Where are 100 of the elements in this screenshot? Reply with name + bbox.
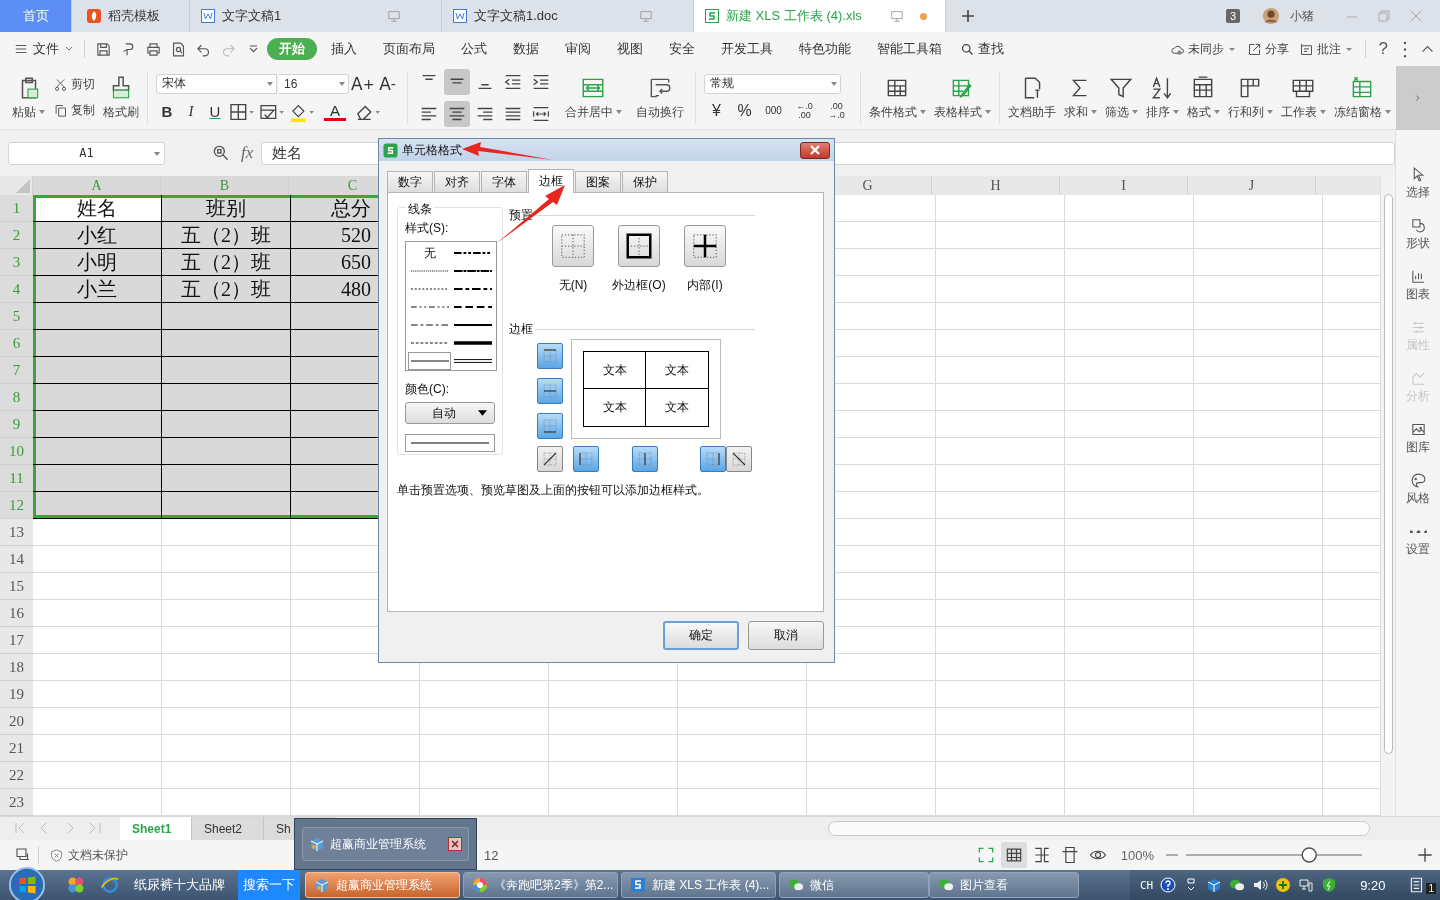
underline-button[interactable]: U bbox=[204, 100, 226, 123]
row-header[interactable]: 17 bbox=[0, 627, 33, 654]
wrap-text-button[interactable]: 自动换行 bbox=[628, 74, 691, 121]
dialog-tab[interactable]: 边框 bbox=[528, 169, 574, 193]
app-icon[interactable] bbox=[66, 875, 86, 895]
preset-none-button[interactable] bbox=[552, 225, 594, 267]
increase-decimal-button[interactable]: ←.0 .00 bbox=[789, 99, 820, 122]
ribbon-tab[interactable]: 智能工具箱 bbox=[865, 38, 954, 60]
sidebar-item[interactable]: 风格 bbox=[1406, 472, 1430, 507]
sidebar-item[interactable]: 形状 bbox=[1406, 217, 1430, 252]
shield-icon[interactable] bbox=[1321, 877, 1338, 893]
row-header[interactable]: 18 bbox=[0, 654, 33, 681]
italic-button[interactable]: I bbox=[180, 100, 202, 123]
dialog-tab[interactable]: 对齐 bbox=[434, 171, 480, 192]
row-header[interactable]: 23 bbox=[0, 789, 33, 816]
preset-outline-button[interactable] bbox=[618, 225, 660, 267]
ribbon-button[interactable]: 表格样式 bbox=[929, 74, 995, 121]
column-header[interactable]: I bbox=[1059, 176, 1188, 195]
border-toggle-button[interactable] bbox=[537, 413, 563, 439]
print-icon[interactable] bbox=[145, 40, 162, 58]
search-suggestion[interactable]: 纸尿裤十大品牌 bbox=[134, 876, 238, 894]
ribbon-button[interactable]: 工作表 bbox=[1276, 74, 1330, 121]
volume-icon[interactable] bbox=[1252, 877, 1269, 893]
border-toggle-button[interactable] bbox=[537, 343, 563, 369]
help-circle-icon[interactable] bbox=[1160, 877, 1177, 893]
border-toggle-button[interactable] bbox=[726, 446, 752, 472]
ribbon-button[interactable]: 行和列 bbox=[1223, 74, 1277, 121]
taskbar-window[interactable]: 新建 XLS 工作表 (4)... bbox=[621, 872, 776, 898]
decrease-decimal-button[interactable]: .00 →.0 bbox=[821, 99, 852, 122]
window-count-badge[interactable]: 3 bbox=[1225, 9, 1240, 23]
currency-button[interactable]: ¥ bbox=[703, 99, 730, 122]
border-preview[interactable]: 文本 文本 文本 文本 bbox=[571, 339, 721, 439]
help-button[interactable]: ? bbox=[1371, 37, 1395, 61]
sheet-tab[interactable]: Sheet2 bbox=[192, 817, 264, 840]
ribbon-button[interactable]: 格式 bbox=[1182, 74, 1224, 121]
dialog-tab[interactable]: 保护 bbox=[622, 171, 668, 192]
row-header[interactable]: 22 bbox=[0, 762, 33, 789]
close-icon[interactable] bbox=[448, 837, 462, 851]
cancel-button[interactable]: 取消 bbox=[748, 621, 824, 650]
row-header[interactable]: 20 bbox=[0, 708, 33, 735]
notification-button[interactable]: 1 bbox=[1408, 876, 1436, 894]
format-painter-button[interactable]: 格式刷 bbox=[99, 74, 143, 121]
name-box[interactable]: A1 bbox=[8, 141, 165, 165]
close-button[interactable] bbox=[800, 141, 830, 159]
sidebar-item[interactable]: 图库 bbox=[1406, 421, 1430, 456]
bold-button[interactable]: B bbox=[156, 100, 178, 123]
row-header[interactable]: 14 bbox=[0, 546, 33, 573]
ribbon-button[interactable]: 求和 bbox=[1059, 74, 1101, 121]
ribbon-tab[interactable]: 开发工具 bbox=[709, 38, 785, 60]
merge-center-button[interactable]: 合并居中 bbox=[557, 74, 629, 121]
border-toggle-button[interactable] bbox=[700, 446, 726, 472]
taskbar-window[interactable]: 图片查看 bbox=[929, 872, 1079, 898]
ribbon-tab[interactable]: 安全 bbox=[657, 38, 707, 60]
row-header[interactable]: 15 bbox=[0, 573, 33, 600]
row-header[interactable]: 19 bbox=[0, 681, 33, 708]
percent-button[interactable]: % bbox=[731, 99, 758, 122]
row-header[interactable]: 16 bbox=[0, 600, 33, 627]
copy-button[interactable]: 复制 bbox=[53, 100, 95, 121]
horizontal-scrollbar[interactable] bbox=[828, 821, 1370, 836]
zoom-slider-thumb[interactable] bbox=[1301, 847, 1317, 863]
ribbon-tab[interactable]: 特色功能 bbox=[787, 38, 863, 60]
zoom-level[interactable]: 100% bbox=[1120, 847, 1154, 863]
chat-bubbles-icon[interactable] bbox=[1229, 877, 1246, 893]
dialog-tab[interactable]: 数字 bbox=[387, 171, 433, 192]
number-format-select[interactable]: 常规 bbox=[703, 73, 841, 94]
horizontal-align-icon[interactable] bbox=[443, 100, 470, 127]
ribbon-button[interactable]: 冻结窗格 bbox=[1329, 74, 1395, 121]
ribbon-button[interactable]: 排序 bbox=[1141, 74, 1183, 121]
save-icon[interactable] bbox=[95, 40, 112, 58]
border-toggle-button[interactable] bbox=[632, 446, 658, 472]
sidebar-item[interactable]: 设置 bbox=[1406, 523, 1430, 558]
thousands-button[interactable]: 000 bbox=[759, 99, 788, 122]
vertical-scrollbar[interactable] bbox=[1380, 176, 1395, 816]
border-toggle-button[interactable] bbox=[573, 446, 599, 472]
taskbar-window[interactable]: 《奔跑吧第2季》第2... bbox=[463, 872, 618, 898]
sidebar-item[interactable]: 图表 bbox=[1406, 268, 1430, 303]
function-label[interactable]: fx bbox=[241, 143, 254, 163]
ribbon-button[interactable]: 筛选 bbox=[1100, 74, 1142, 121]
cut-button[interactable]: 剪切 bbox=[53, 74, 95, 95]
sidebar-item[interactable]: 选择 bbox=[1406, 166, 1430, 201]
zoom-icon[interactable] bbox=[211, 143, 231, 163]
avatar-icon[interactable] bbox=[1262, 7, 1280, 25]
preview-window-button[interactable]: 超赢商业管理系统 bbox=[302, 827, 469, 861]
ribbon-tab[interactable]: 公式 bbox=[449, 38, 499, 60]
border-toggle-button[interactable] bbox=[537, 446, 563, 472]
color-select[interactable]: 自动 bbox=[405, 402, 495, 424]
protection-status[interactable]: 文档未保护 bbox=[49, 846, 128, 864]
column-header[interactable]: J bbox=[1187, 176, 1316, 195]
plus-circle-icon[interactable] bbox=[1275, 877, 1292, 893]
browser-icon[interactable] bbox=[100, 875, 120, 895]
ribbon-button[interactable]: 条件格式 bbox=[864, 74, 930, 121]
border-toggle-button[interactable] bbox=[537, 378, 563, 404]
clock[interactable]: 9:20 bbox=[1360, 877, 1386, 893]
ribbon-button[interactable]: 文档助手 bbox=[1003, 74, 1060, 121]
network-icon[interactable] bbox=[1298, 877, 1315, 893]
ribbon-tab[interactable]: 页面布局 bbox=[371, 38, 447, 60]
start-button[interactable] bbox=[8, 866, 46, 900]
ribbon-tab[interactable]: 审阅 bbox=[553, 38, 603, 60]
find-button[interactable]: 查找 bbox=[955, 37, 1009, 61]
more-icon[interactable] bbox=[1403, 40, 1407, 58]
